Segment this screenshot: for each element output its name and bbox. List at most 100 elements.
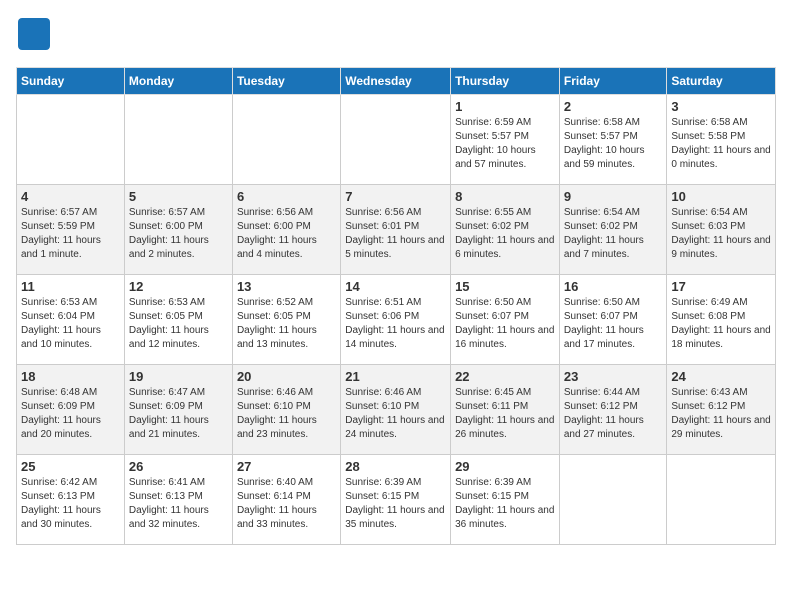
day-number: 18: [21, 369, 120, 384]
calendar-cell: 1 Sunrise: 6:59 AMSunset: 5:57 PMDaylight…: [451, 95, 560, 185]
calendar-cell: 27Sunrise: 6:40 AMSunset: 6:14 PMDayligh…: [232, 455, 340, 545]
calendar-week-2: 11 Sunrise: 6:53 AMSunset: 6:04 PMDayligh…: [17, 275, 776, 365]
day-info: Sunrise: 6:49 AMSunset: 6:08 PMDaylight:…: [671, 296, 771, 352]
header-monday: Monday: [124, 68, 232, 95]
day-number: 14: [345, 279, 446, 294]
day-info: Sunrise: 6:46 AMSunset: 6:10 PMDaylight:…: [345, 386, 446, 442]
day-info: Sunrise: 6:39 AMSunset: 6:15 PMDaylight:…: [455, 476, 555, 532]
day-info: Sunrise: 6:51 AMSunset: 6:06 PMDaylight:…: [345, 296, 446, 352]
calendar-cell: 25 Sunrise: 6:42 AMSunset: 6:13 PMDayligh…: [17, 455, 125, 545]
day-info: Sunrise: 6:48 AMSunset: 6:09 PMDaylight:…: [21, 386, 120, 442]
calendar-cell: 23 Sunrise: 6:44 AMSunset: 6:12 PMDayligh…: [559, 365, 667, 455]
day-info: Sunrise: 6:47 AMSunset: 6:09 PMDaylight:…: [129, 386, 228, 442]
day-info: Sunrise: 6:59 AMSunset: 5:57 PMDaylight:…: [455, 116, 555, 172]
calendar-cell: 24Sunrise: 6:43 AMSunset: 6:12 PMDayligh…: [667, 365, 776, 455]
calendar-cell: 20 Sunrise: 6:46 AMSunset: 6:10 PMDayligh…: [232, 365, 340, 455]
day-info: Sunrise: 6:53 AMSunset: 6:04 PMDaylight:…: [21, 296, 120, 352]
day-number: 12: [129, 279, 228, 294]
calendar-cell: [124, 95, 232, 185]
day-number: 5: [129, 189, 228, 204]
day-info: Sunrise: 6:58 AMSunset: 5:58 PMDaylight:…: [671, 116, 771, 172]
day-number: 29: [455, 459, 555, 474]
day-info: Sunrise: 6:39 AMSunset: 6:15 PMDaylight:…: [345, 476, 446, 532]
calendar-cell: 21 Sunrise: 6:46 AMSunset: 6:10 PMDayligh…: [341, 365, 451, 455]
calendar-cell: [667, 455, 776, 545]
day-info: Sunrise: 6:54 AMSunset: 6:03 PMDaylight:…: [671, 206, 771, 262]
day-number: 7: [345, 189, 446, 204]
day-info: Sunrise: 6:54 AMSunset: 6:02 PMDaylight:…: [564, 206, 663, 262]
day-info: Sunrise: 6:55 AMSunset: 6:02 PMDaylight:…: [455, 206, 555, 262]
day-info: Sunrise: 6:56 AMSunset: 6:01 PMDaylight:…: [345, 206, 446, 262]
calendar-body: 1 Sunrise: 6:59 AMSunset: 5:57 PMDaylight…: [17, 95, 776, 545]
calendar-week-0: 1 Sunrise: 6:59 AMSunset: 5:57 PMDaylight…: [17, 95, 776, 185]
calendar-cell: 16Sunrise: 6:50 AMSunset: 6:07 PMDayligh…: [559, 275, 667, 365]
calendar-cell: 3 Sunrise: 6:58 AMSunset: 5:58 PMDaylight…: [667, 95, 776, 185]
calendar-cell: 15 Sunrise: 6:50 AMSunset: 6:07 PMDayligh…: [451, 275, 560, 365]
calendar-week-1: 4 Sunrise: 6:57 AMSunset: 5:59 PMDaylight…: [17, 185, 776, 275]
logo: [16, 16, 56, 57]
calendar-table: SundayMondayTuesdayWednesdayThursdayFrid…: [16, 67, 776, 545]
day-number: 16: [564, 279, 663, 294]
calendar-cell: 2 Sunrise: 6:58 AMSunset: 5:57 PMDaylight…: [559, 95, 667, 185]
calendar-header-row: SundayMondayTuesdayWednesdayThursdayFrid…: [17, 68, 776, 95]
calendar-cell: [232, 95, 340, 185]
calendar-cell: 14 Sunrise: 6:51 AMSunset: 6:06 PMDayligh…: [341, 275, 451, 365]
calendar-cell: [341, 95, 451, 185]
header-saturday: Saturday: [667, 68, 776, 95]
calendar-cell: 13 Sunrise: 6:52 AMSunset: 6:05 PMDayligh…: [232, 275, 340, 365]
header-tuesday: Tuesday: [232, 68, 340, 95]
day-info: Sunrise: 6:58 AMSunset: 5:57 PMDaylight:…: [564, 116, 663, 172]
day-number: 15: [455, 279, 555, 294]
calendar-cell: 17 Sunrise: 6:49 AMSunset: 6:08 PMDayligh…: [667, 275, 776, 365]
day-number: 13: [237, 279, 336, 294]
day-info: Sunrise: 6:52 AMSunset: 6:05 PMDaylight:…: [237, 296, 336, 352]
day-number: 6: [237, 189, 336, 204]
calendar-cell: 5 Sunrise: 6:57 AMSunset: 6:00 PMDaylight…: [124, 185, 232, 275]
calendar-cell: 4 Sunrise: 6:57 AMSunset: 5:59 PMDaylight…: [17, 185, 125, 275]
day-number: 21: [345, 369, 446, 384]
day-info: Sunrise: 6:42 AMSunset: 6:13 PMDaylight:…: [21, 476, 120, 532]
day-number: 8: [455, 189, 555, 204]
day-number: 3: [671, 99, 771, 114]
calendar-cell: 12 Sunrise: 6:53 AMSunset: 6:05 PMDayligh…: [124, 275, 232, 365]
day-info: Sunrise: 6:46 AMSunset: 6:10 PMDaylight:…: [237, 386, 336, 442]
day-number: 19: [129, 369, 228, 384]
calendar-cell: 6 Sunrise: 6:56 AMSunset: 6:00 PMDaylight…: [232, 185, 340, 275]
day-number: 10: [671, 189, 771, 204]
calendar-week-3: 18 Sunrise: 6:48 AMSunset: 6:09 PMDayligh…: [17, 365, 776, 455]
day-number: 1: [455, 99, 555, 114]
day-info: Sunrise: 6:56 AMSunset: 6:00 PMDaylight:…: [237, 206, 336, 262]
day-info: Sunrise: 6:45 AMSunset: 6:11 PMDaylight:…: [455, 386, 555, 442]
calendar-cell: 28 Sunrise: 6:39 AMSunset: 6:15 PMDayligh…: [341, 455, 451, 545]
calendar-cell: 7 Sunrise: 6:56 AMSunset: 6:01 PMDaylight…: [341, 185, 451, 275]
header-thursday: Thursday: [451, 68, 560, 95]
calendar-cell: 8 Sunrise: 6:55 AMSunset: 6:02 PMDaylight…: [451, 185, 560, 275]
calendar-cell: [559, 455, 667, 545]
day-number: 25: [21, 459, 120, 474]
day-number: 4: [21, 189, 120, 204]
day-info: Sunrise: 6:50 AMSunset: 6:07 PMDaylight:…: [455, 296, 555, 352]
day-number: 17: [671, 279, 771, 294]
day-info: Sunrise: 6:43 AMSunset: 6:12 PMDaylight:…: [671, 386, 771, 442]
day-number: 2: [564, 99, 663, 114]
day-info: Sunrise: 6:57 AMSunset: 5:59 PMDaylight:…: [21, 206, 120, 262]
calendar-cell: 11 Sunrise: 6:53 AMSunset: 6:04 PMDayligh…: [17, 275, 125, 365]
day-info: Sunrise: 6:44 AMSunset: 6:12 PMDaylight:…: [564, 386, 663, 442]
day-info: Sunrise: 6:41 AMSunset: 6:13 PMDaylight:…: [129, 476, 228, 532]
day-number: 23: [564, 369, 663, 384]
day-info: Sunrise: 6:53 AMSunset: 6:05 PMDaylight:…: [129, 296, 228, 352]
day-number: 9: [564, 189, 663, 204]
day-number: 26: [129, 459, 228, 474]
calendar-cell: 29 Sunrise: 6:39 AMSunset: 6:15 PMDayligh…: [451, 455, 560, 545]
day-info: Sunrise: 6:57 AMSunset: 6:00 PMDaylight:…: [129, 206, 228, 262]
calendar-cell: 10 Sunrise: 6:54 AMSunset: 6:03 PMDayligh…: [667, 185, 776, 275]
calendar-cell: 9 Sunrise: 6:54 AMSunset: 6:02 PMDaylight…: [559, 185, 667, 275]
day-number: 28: [345, 459, 446, 474]
day-number: 22: [455, 369, 555, 384]
header-wednesday: Wednesday: [341, 68, 451, 95]
day-info: Sunrise: 6:40 AMSunset: 6:14 PMDaylight:…: [237, 476, 336, 532]
calendar-week-4: 25 Sunrise: 6:42 AMSunset: 6:13 PMDayligh…: [17, 455, 776, 545]
header-friday: Friday: [559, 68, 667, 95]
day-number: 20: [237, 369, 336, 384]
day-number: 11: [21, 279, 120, 294]
